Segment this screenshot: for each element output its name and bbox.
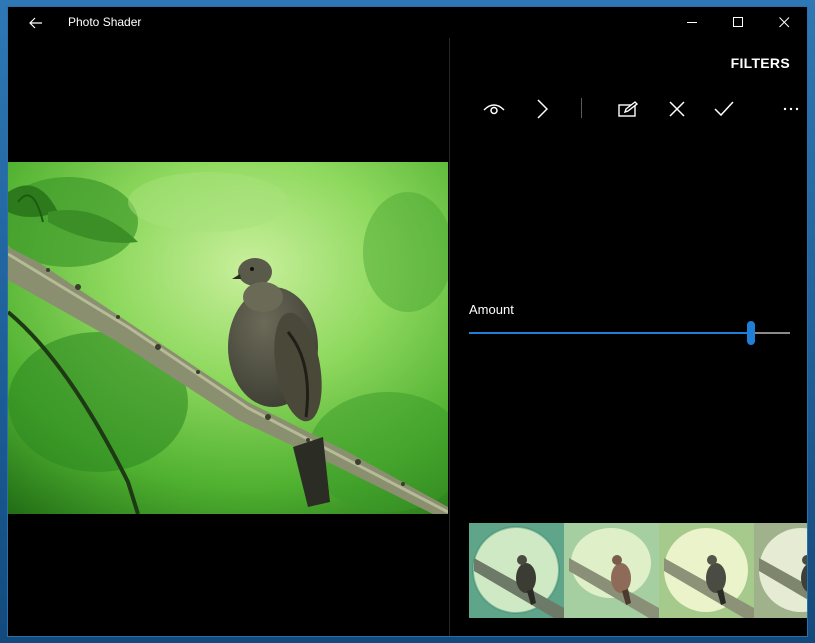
edit-button[interactable] xyxy=(610,93,646,125)
filters-panel: FILTERS Amount xyxy=(450,38,807,636)
filter-toolbar xyxy=(450,93,807,125)
check-icon xyxy=(714,101,734,117)
title-bar: Photo Shader xyxy=(8,7,807,38)
minimize-icon xyxy=(686,22,697,23)
window-close-button[interactable] xyxy=(761,7,807,38)
slider-thumb[interactable] xyxy=(747,321,756,345)
panel-title: FILTERS xyxy=(730,55,790,71)
slider-fill xyxy=(469,332,752,334)
filter-thumb-3[interactable] xyxy=(659,523,754,618)
apply-button[interactable] xyxy=(706,93,742,125)
next-button[interactable] xyxy=(524,93,560,125)
filter-thumb-4[interactable] xyxy=(754,523,807,618)
preview-button[interactable] xyxy=(476,93,512,125)
app-window: Photo Shader FILTERS Amount xyxy=(7,6,808,637)
image-canvas xyxy=(8,38,448,636)
maximize-icon xyxy=(732,17,743,27)
filter-thumb-1[interactable] xyxy=(469,523,564,618)
chevron-right-icon xyxy=(537,99,548,119)
photo-preview xyxy=(8,162,448,514)
minimize-button[interactable] xyxy=(669,7,715,38)
filter-thumb-2[interactable] xyxy=(564,523,659,618)
amount-slider[interactable] xyxy=(469,318,790,350)
eye-icon xyxy=(483,104,505,115)
more-button[interactable] xyxy=(773,93,807,125)
toolbar-separator xyxy=(581,98,582,118)
back-button[interactable] xyxy=(16,7,56,38)
edit-icon xyxy=(618,101,638,117)
amount-label: Amount xyxy=(469,302,514,317)
cancel-button[interactable] xyxy=(659,93,695,125)
maximize-button[interactable] xyxy=(715,7,761,38)
more-icon xyxy=(783,107,799,111)
filter-thumbnails xyxy=(469,523,807,618)
back-arrow-icon xyxy=(29,17,42,28)
window-close-icon xyxy=(778,17,789,28)
app-title: Photo Shader xyxy=(68,15,142,29)
close-icon xyxy=(669,101,685,117)
